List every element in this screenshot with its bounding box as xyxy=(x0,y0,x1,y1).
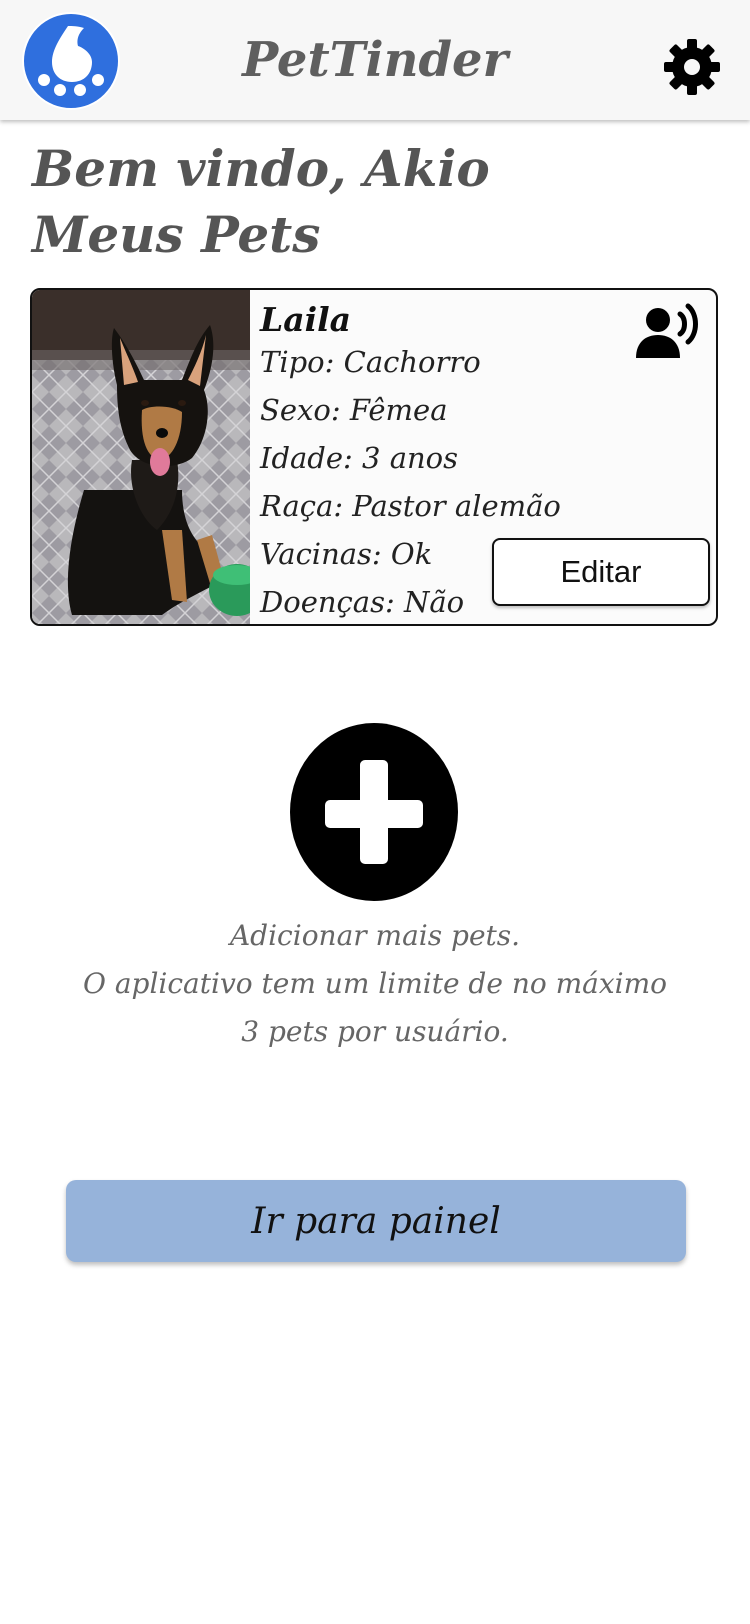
add-pet-line3: 3 pets por usuário. xyxy=(241,1015,509,1048)
app-header: PetTinder xyxy=(0,0,750,120)
person-voice-icon[interactable] xyxy=(634,300,706,360)
pet-name: Laila xyxy=(260,300,352,339)
add-pet-line2: O aplicativo tem um limite de no máximo xyxy=(82,967,668,1000)
gear-icon[interactable] xyxy=(663,38,721,96)
pet-age: Idade: 3 anos xyxy=(260,441,459,475)
app-title: PetTinder xyxy=(242,32,508,88)
edit-pet-button[interactable]: Editar xyxy=(492,538,710,606)
pet-card: Laila Tipo: Cachorro Sexo: Fêmea Idade: … xyxy=(30,288,718,626)
welcome-heading: Bem vindo, Akio Meus Pets xyxy=(32,136,490,268)
pet-type: Tipo: Cachorro xyxy=(260,345,481,379)
plus-circle-icon[interactable] xyxy=(289,722,459,902)
add-pet-line1: Adicionar mais pets. xyxy=(229,919,521,952)
go-to-panel-button[interactable]: Ir para painel xyxy=(66,1180,686,1262)
pet-photo xyxy=(32,290,250,624)
pet-breed: Raça: Pastor alemão xyxy=(260,489,561,523)
pet-sex: Sexo: Fêmea xyxy=(260,393,448,427)
section-title: Meus Pets xyxy=(32,205,321,264)
greeting-text: Bem vindo, Akio xyxy=(32,139,490,198)
add-pet-note: Adicionar mais pets. O aplicativo tem um… xyxy=(0,912,750,1056)
